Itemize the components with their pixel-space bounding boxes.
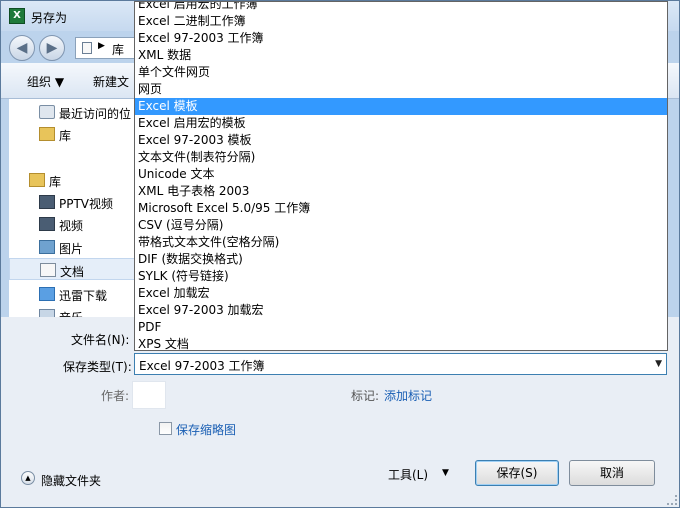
excel-icon: X bbox=[9, 8, 25, 24]
dropdown-option[interactable]: XML 电子表格 2003 bbox=[135, 183, 667, 200]
dropdown-option[interactable]: Excel 97-2003 模板 bbox=[135, 132, 667, 149]
tools-dropdown-icon[interactable]: ▼ bbox=[442, 468, 449, 478]
sidebar-item-pictures[interactable]: 图片 bbox=[9, 236, 136, 258]
filetype-select-value: Excel 97-2003 工作簿 bbox=[139, 359, 265, 373]
sidebar-item-libraries[interactable]: 库 bbox=[9, 169, 136, 191]
dropdown-option[interactable]: Excel 97-2003 加载宏 bbox=[135, 302, 667, 319]
filename-label: 文件名(N): bbox=[71, 333, 130, 347]
dropdown-option[interactable]: Excel 二进制工作簿 bbox=[135, 13, 667, 30]
sidebar-item-xunlei-downloads[interactable]: 迅雷下载 bbox=[9, 283, 136, 305]
sidebar-item-label: 最近访问的位 bbox=[59, 107, 132, 121]
new-folder-button[interactable]: 新建文 bbox=[93, 73, 129, 90]
back-button[interactable]: ◀ bbox=[9, 35, 35, 61]
forward-button[interactable]: ▶ bbox=[39, 35, 65, 61]
tags-label: 标记: bbox=[351, 389, 380, 403]
dropdown-option[interactable]: Microsoft Excel 5.0/95 工作簿 bbox=[135, 200, 667, 217]
recent-places-icon bbox=[39, 105, 55, 119]
sidebar-item-pptv-video[interactable]: PPTV视频 bbox=[9, 191, 136, 213]
sidebar-item-label: 视频 bbox=[59, 219, 84, 233]
dropdown-option[interactable]: Unicode 文本 bbox=[135, 166, 667, 183]
sidebar-item-label: 迅雷下载 bbox=[59, 289, 108, 303]
filetype-dropdown-list: Excel 启用宏的工作簿 Excel 二进制工作簿 Excel 97-2003 工… bbox=[134, 1, 668, 351]
hide-folders-button[interactable]: 隐藏文件夹 bbox=[41, 472, 101, 489]
dropdown-option[interactable]: 网页 bbox=[135, 81, 667, 98]
download-icon bbox=[39, 287, 55, 301]
sidebar-item-label: 库 bbox=[59, 129, 72, 143]
filetype-select[interactable]: Excel 97-2003 工作簿 ▼ bbox=[134, 353, 667, 375]
music-icon bbox=[39, 309, 55, 317]
tools-button[interactable]: 工具(L) bbox=[388, 466, 428, 483]
dropdown-option[interactable]: 文本文件(制表符分隔) bbox=[135, 149, 667, 166]
sidebar-item-library[interactable]: 库 bbox=[9, 123, 136, 145]
sidebar-item-documents[interactable]: 文档 bbox=[9, 258, 136, 280]
dropdown-option[interactable]: PDF bbox=[135, 319, 667, 336]
filetype-label: 保存类型(T): bbox=[63, 360, 132, 374]
sidebar-item-label: 音乐 bbox=[59, 309, 83, 317]
save-thumbnail-checkbox[interactable] bbox=[159, 422, 172, 435]
sidebar-item-music[interactable]: 音乐 bbox=[9, 305, 136, 317]
dropdown-option[interactable]: XPS 文档 bbox=[135, 336, 667, 350]
folder-icon bbox=[39, 127, 55, 141]
sidebar-item-videos[interactable]: 视频 bbox=[9, 213, 136, 235]
resize-grip-icon[interactable] bbox=[667, 495, 677, 505]
cancel-button[interactable]: 取消 bbox=[569, 460, 655, 486]
breadcrumb-libraries[interactable]: 库 bbox=[112, 41, 124, 58]
chevron-up-icon[interactable]: ▲ bbox=[21, 471, 35, 485]
dropdown-option[interactable]: Excel 97-2003 工作簿 bbox=[135, 30, 667, 47]
sidebar-item-label: 图片 bbox=[59, 242, 84, 256]
libraries-icon bbox=[29, 173, 45, 187]
author-field[interactable] bbox=[132, 381, 166, 409]
dropdown-option[interactable]: CSV (逗号分隔) bbox=[135, 217, 667, 234]
save-thumbnail-label[interactable]: 保存缩略图 bbox=[176, 421, 236, 438]
picture-icon bbox=[39, 240, 55, 254]
navigation-pane: 最近访问的位 库 库 PPTV视频 视频 图片 文档 迅雷下载 bbox=[9, 99, 137, 317]
sidebar-item-recent-places[interactable]: 最近访问的位 bbox=[9, 101, 136, 123]
breadcrumb-arrow-icon[interactable]: ▶ bbox=[98, 41, 105, 51]
dropdown-option[interactable]: Excel 启用宏的工作簿 bbox=[135, 2, 667, 13]
window-title: 另存为 bbox=[31, 11, 68, 25]
dropdown-option[interactable]: Excel 启用宏的模板 bbox=[135, 115, 667, 132]
dropdown-option[interactable]: Excel 加载宏 bbox=[135, 285, 667, 302]
video-icon bbox=[39, 195, 55, 209]
save-button[interactable]: 保存(S) bbox=[475, 460, 559, 486]
save-as-dialog: X 另存为 ◀ ▶ ▶ 库 组织 ▼ 新建文 最近访问的位 库 库 PPTV视频… bbox=[0, 0, 680, 508]
dropdown-option[interactable]: XML 数据 bbox=[135, 47, 667, 64]
chevron-down-icon[interactable]: ▼ bbox=[655, 359, 662, 369]
sidebar-item-label: PPTV视频 bbox=[59, 197, 114, 211]
sidebar-item-label: 文档 bbox=[60, 265, 85, 279]
organize-button[interactable]: 组织 ▼ bbox=[27, 73, 64, 90]
dropdown-option[interactable]: 带格式文本文件(空格分隔) bbox=[135, 234, 667, 251]
dropdown-option[interactable]: SYLK (符号链接) bbox=[135, 268, 667, 285]
video-icon bbox=[39, 217, 55, 231]
dropdown-option[interactable]: DIF (数据交换格式) bbox=[135, 251, 667, 268]
author-label: 作者: bbox=[101, 389, 130, 403]
add-tag-link[interactable]: 添加标记 bbox=[384, 387, 432, 404]
location-icon bbox=[82, 42, 92, 54]
dropdown-option[interactable]: Excel 模板 bbox=[135, 98, 667, 115]
document-icon bbox=[40, 263, 56, 277]
sidebar-item-label: 库 bbox=[49, 175, 62, 189]
dropdown-option[interactable]: 单个文件网页 bbox=[135, 64, 667, 81]
